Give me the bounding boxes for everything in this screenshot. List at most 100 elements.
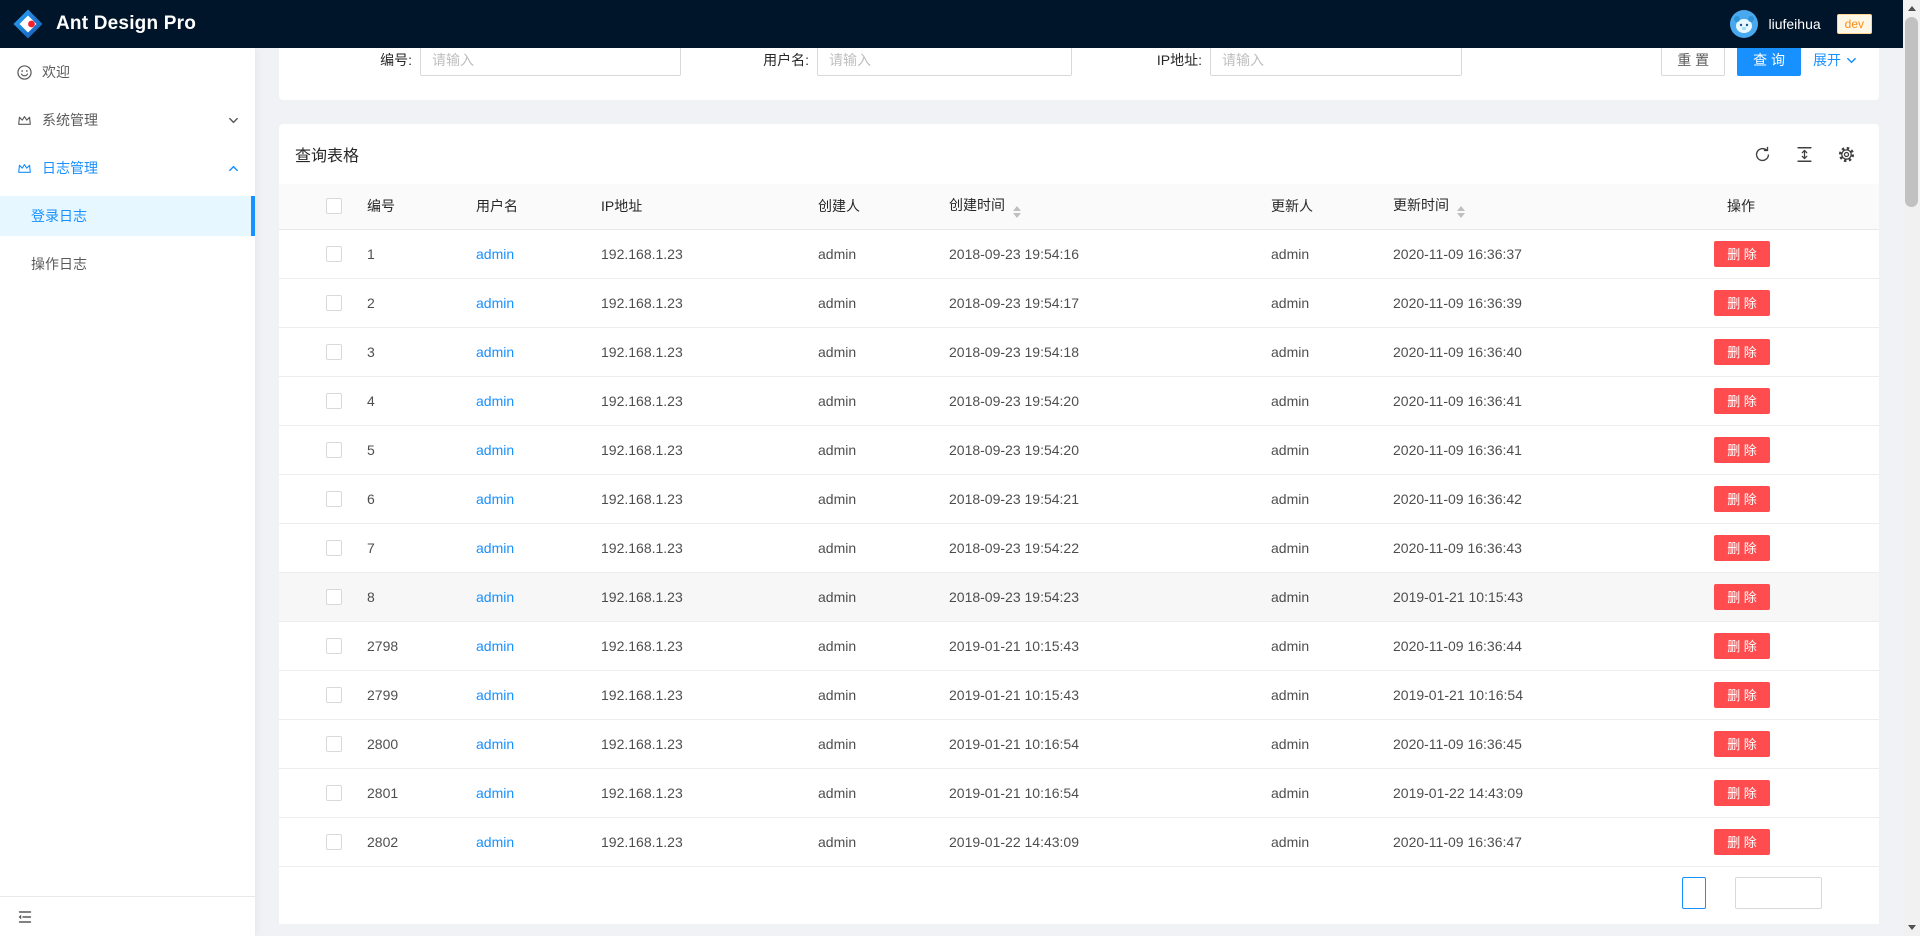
delete-button[interactable]: 删 除 (1714, 339, 1770, 365)
row-checkbox[interactable] (326, 491, 342, 507)
table-row: 8 admin 192.168.1.23 admin 2018-09-23 19… (279, 572, 1879, 621)
table-row: 2800 admin 192.168.1.23 admin 2019-01-21… (279, 719, 1879, 768)
cell-update-time: 2019-01-21 10:15:43 (1393, 572, 1714, 621)
scrollbar-thumb[interactable] (1905, 17, 1918, 207)
column-header-create-time[interactable]: 创建时间 (949, 184, 1271, 229)
sidebar-item-label: 登录日志 (31, 206, 87, 226)
cell-create-time: 2019-01-21 10:15:43 (949, 670, 1271, 719)
smile-icon (17, 65, 32, 80)
row-checkbox[interactable] (326, 344, 342, 360)
delete-button[interactable]: 删 除 (1714, 780, 1770, 806)
row-checkbox[interactable] (326, 393, 342, 409)
pagination-size-select[interactable] (1735, 877, 1822, 909)
scrollbar-down-icon[interactable] (1903, 919, 1920, 936)
delete-button[interactable]: 删 除 (1714, 241, 1770, 267)
delete-button[interactable]: 删 除 (1714, 290, 1770, 316)
cell-updater: admin (1271, 817, 1393, 866)
cell-ip: 192.168.1.23 (601, 327, 818, 376)
reload-icon[interactable] (1754, 146, 1771, 163)
username-link[interactable]: admin (476, 540, 514, 556)
expand-link[interactable]: 展开 (1813, 50, 1857, 70)
column-height-icon[interactable] (1796, 146, 1813, 163)
delete-button[interactable]: 删 除 (1714, 535, 1770, 561)
delete-button[interactable]: 删 除 (1714, 682, 1770, 708)
cell-updater: admin (1271, 523, 1393, 572)
row-checkbox[interactable] (326, 295, 342, 311)
id-input[interactable] (420, 44, 681, 76)
sidebar-item-system-management[interactable]: 系统管理 (0, 100, 255, 140)
cell-ip: 192.168.1.23 (601, 768, 818, 817)
username-link[interactable]: admin (476, 295, 514, 311)
cell-creator: admin (818, 572, 949, 621)
menu-fold-icon[interactable] (17, 909, 33, 925)
table-row: 5 admin 192.168.1.23 admin 2018-09-23 19… (279, 425, 1879, 474)
column-header-update-time[interactable]: 更新时间 (1393, 184, 1714, 229)
sidebar-item-welcome[interactable]: 欢迎 (0, 52, 255, 92)
vertical-scrollbar[interactable] (1903, 0, 1920, 936)
row-checkbox[interactable] (326, 785, 342, 801)
cell-id: 2798 (367, 621, 476, 670)
username-link[interactable]: admin (476, 344, 514, 360)
query-table: 编号 用户名 IP地址 创建人 创建时间 更新人 更新时间 操作 1 admin… (279, 184, 1879, 867)
delete-button[interactable]: 删 除 (1714, 437, 1770, 463)
row-checkbox[interactable] (326, 736, 342, 752)
username-link[interactable]: admin (476, 589, 514, 605)
row-checkbox[interactable] (326, 589, 342, 605)
cell-creator: admin (818, 327, 949, 376)
row-checkbox[interactable] (326, 687, 342, 703)
cell-creator: admin (818, 229, 949, 278)
cell-ip: 192.168.1.23 (601, 376, 818, 425)
delete-button[interactable]: 删 除 (1714, 731, 1770, 757)
row-checkbox[interactable] (326, 638, 342, 654)
sidebar-item-operation-log[interactable]: 操作日志 (0, 244, 255, 284)
scrollbar-up-icon[interactable] (1903, 0, 1920, 17)
username-link[interactable]: admin (476, 442, 514, 458)
pagination-active-page[interactable] (1682, 877, 1706, 909)
table-title: 查询表格 (295, 142, 359, 166)
username-link[interactable]: admin (476, 638, 514, 654)
user-name[interactable]: liufeihua (1768, 16, 1820, 32)
username-link[interactable]: admin (476, 834, 514, 850)
reset-button[interactable]: 重 置 (1661, 44, 1725, 76)
cell-update-time: 2020-11-09 16:36:40 (1393, 327, 1714, 376)
setting-icon[interactable] (1838, 146, 1855, 163)
delete-button[interactable]: 删 除 (1714, 584, 1770, 610)
cell-creator: admin (818, 523, 949, 572)
cell-update-time: 2020-11-09 16:36:47 (1393, 817, 1714, 866)
username-link[interactable]: admin (476, 246, 514, 262)
env-tag: dev (1837, 14, 1872, 34)
app-header: Ant Design Pro liufeihua dev (0, 0, 1903, 48)
username-input[interactable] (817, 44, 1072, 76)
row-checkbox[interactable] (326, 834, 342, 850)
delete-button[interactable]: 删 除 (1714, 486, 1770, 512)
ip-input[interactable] (1210, 44, 1462, 76)
row-checkbox[interactable] (326, 246, 342, 262)
sidebar-item-login-log[interactable]: 登录日志 (0, 196, 255, 236)
username-link[interactable]: admin (476, 736, 514, 752)
row-checkbox[interactable] (326, 442, 342, 458)
query-button[interactable]: 查 询 (1737, 44, 1801, 76)
cell-create-time: 2018-09-23 19:54:20 (949, 425, 1271, 474)
cell-update-time: 2020-11-09 16:36:39 (1393, 278, 1714, 327)
delete-button[interactable]: 删 除 (1714, 633, 1770, 659)
delete-button[interactable]: 删 除 (1714, 829, 1770, 855)
table-row: 3 admin 192.168.1.23 admin 2018-09-23 19… (279, 327, 1879, 376)
sort-carets-icon[interactable] (1457, 206, 1465, 218)
sidebar-item-label: 欢迎 (42, 62, 70, 82)
row-checkbox[interactable] (326, 540, 342, 556)
cell-id: 2801 (367, 768, 476, 817)
username-link[interactable]: admin (476, 491, 514, 507)
cell-create-time: 2018-09-23 19:54:20 (949, 376, 1271, 425)
delete-button[interactable]: 删 除 (1714, 388, 1770, 414)
sort-carets-icon[interactable] (1013, 206, 1021, 218)
username-link[interactable]: admin (476, 785, 514, 801)
sidebar-item-log-management[interactable]: 日志管理 (0, 148, 255, 188)
cell-create-time: 2019-01-22 14:43:09 (949, 817, 1271, 866)
username-link[interactable]: admin (476, 687, 514, 703)
select-all-checkbox[interactable] (326, 198, 342, 214)
username-link[interactable]: admin (476, 393, 514, 409)
app-logo-icon[interactable] (12, 8, 44, 40)
user-avatar[interactable] (1730, 10, 1758, 38)
cell-create-time: 2019-01-21 10:15:43 (949, 621, 1271, 670)
table-row: 6 admin 192.168.1.23 admin 2018-09-23 19… (279, 474, 1879, 523)
